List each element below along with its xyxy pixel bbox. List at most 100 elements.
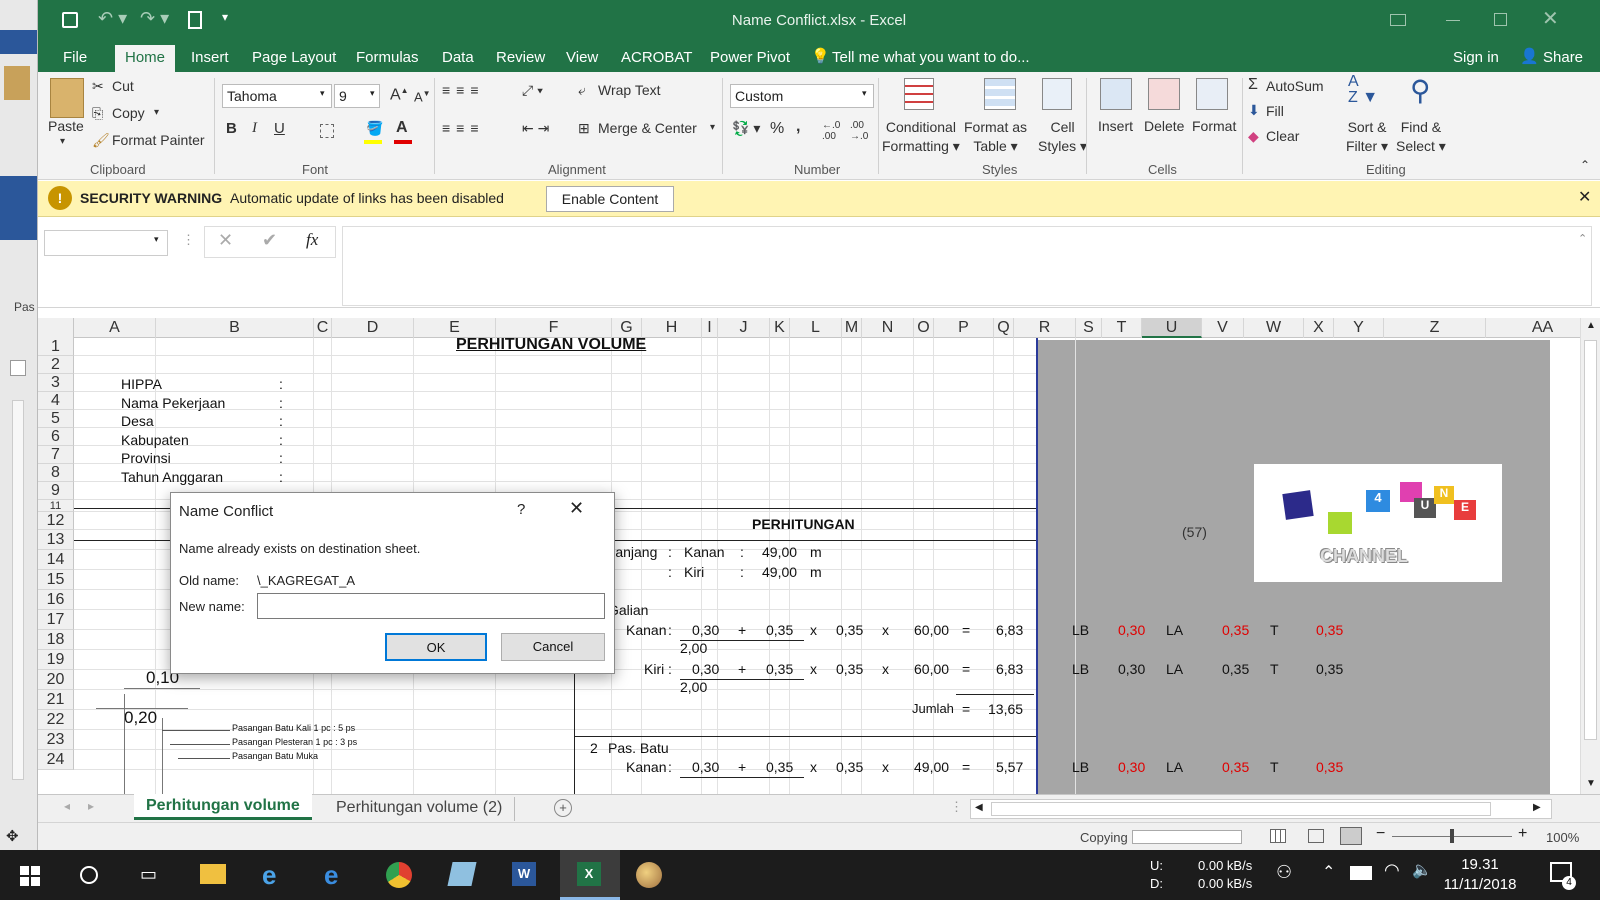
people-icon[interactable]: ⚇ (1276, 862, 1292, 883)
sheet-tab-active[interactable]: Perhitungan volume (134, 794, 312, 820)
column-header[interactable]: J (718, 318, 770, 338)
clock-date[interactable]: 11/11/2018 (1440, 876, 1520, 893)
row-header[interactable]: 24 (38, 750, 74, 770)
comma-icon[interactable]: , (796, 118, 800, 136)
tab-power-pivot[interactable]: Power Pivot (710, 47, 790, 72)
orientation-icon[interactable]: ⤢ ▾ (522, 82, 543, 99)
delete-cells-button[interactable]: Delete (1144, 118, 1184, 134)
cell-styles-button[interactable]: Cell Styles ▾ (1038, 118, 1087, 156)
zoom-out-icon[interactable]: − (1376, 825, 1385, 843)
scroll-right-icon[interactable]: ▶ (1533, 802, 1541, 813)
horizontal-scrollbar[interactable]: ◀ ▶ (970, 799, 1552, 819)
row-header[interactable]: 18 (38, 630, 74, 650)
row-header[interactable]: 14 (38, 550, 74, 570)
battery-icon[interactable] (1350, 866, 1372, 880)
row-header[interactable]: 15 (38, 570, 74, 590)
column-header[interactable]: O (914, 318, 934, 338)
cancel-button[interactable]: Cancel (501, 633, 605, 661)
help-button[interactable]: ? (517, 501, 525, 518)
row-header[interactable]: 9 (38, 482, 74, 500)
fill-color-icon[interactable]: 🪣 (366, 120, 383, 137)
row-header[interactable]: 4 (38, 392, 74, 410)
row-header[interactable]: 23 (38, 730, 74, 750)
excel-taskbar-button[interactable]: X (560, 850, 620, 900)
clock-time[interactable]: 19.31 (1440, 856, 1520, 873)
insert-function-button[interactable]: fx (306, 230, 318, 250)
tab-insert[interactable]: Insert (191, 47, 229, 72)
tab-acrobat[interactable]: ACROBAT (621, 47, 692, 72)
new-sheet-icon[interactable]: + (554, 799, 572, 817)
cancel-entry-icon[interactable]: ✕ (218, 230, 233, 251)
name-box-dropdown-icon[interactable]: ▾ (154, 234, 159, 245)
merge-center-button[interactable]: Merge & Center (598, 120, 697, 136)
vertical-align-icons[interactable]: ≡≡≡ (442, 82, 485, 98)
column-header[interactable]: R (1014, 318, 1076, 338)
sign-in-link[interactable]: Sign in (1453, 47, 1499, 72)
scroll-up-icon[interactable]: ▲ (1586, 320, 1596, 331)
close-warning-icon[interactable]: ✕ (1578, 187, 1591, 207)
row-header[interactable]: 13 (38, 530, 74, 550)
paste-button[interactable]: Paste (48, 118, 84, 134)
zoom-level[interactable]: 100% (1546, 830, 1579, 845)
row-header[interactable]: 19 (38, 650, 74, 670)
horizontal-align-icons[interactable]: ≡≡≡ (442, 120, 485, 136)
borders-icon[interactable] (320, 124, 334, 138)
file-explorer-icon[interactable] (200, 864, 226, 884)
fill-button[interactable]: Fill (1266, 103, 1284, 119)
row-header[interactable]: 20 (38, 670, 74, 690)
enable-content-button[interactable]: Enable Content (546, 186, 674, 212)
row-header[interactable]: 11 (38, 500, 74, 512)
horizontal-scroll-thumb[interactable] (991, 802, 1491, 816)
column-header[interactable]: M (842, 318, 862, 338)
row-header[interactable]: 3 (38, 374, 74, 392)
select-all-corner[interactable] (38, 318, 74, 338)
word-icon[interactable]: W (512, 862, 536, 886)
column-header[interactable]: Z (1384, 318, 1486, 338)
column-header[interactable]: A (74, 318, 156, 338)
paint-icon[interactable] (636, 862, 662, 888)
tab-file[interactable]: File (63, 47, 87, 72)
row-header[interactable]: 2 (38, 356, 74, 374)
row-header[interactable]: 17 (38, 610, 74, 630)
font-name-dropdown-icon[interactable]: ▾ (320, 88, 325, 99)
page-layout-icon[interactable] (1308, 829, 1324, 843)
confirm-entry-icon[interactable]: ✔ (262, 230, 277, 251)
column-header[interactable]: Y (1334, 318, 1384, 338)
wifi-icon[interactable]: ◠ (1384, 860, 1400, 881)
column-header[interactable]: V (1202, 318, 1244, 338)
percent-icon[interactable]: % (770, 120, 784, 138)
volume-icon[interactable]: 🔈 (1412, 860, 1432, 880)
row-header[interactable]: 22 (38, 710, 74, 730)
font-size-dropdown-icon[interactable]: ▾ (370, 88, 375, 99)
close-icon[interactable]: ✕ (1542, 6, 1559, 31)
merge-dropdown-icon[interactable]: ▾ (710, 122, 715, 133)
row-header[interactable]: 21 (38, 690, 74, 710)
column-header[interactable]: D (332, 318, 414, 338)
bold-button[interactable]: B (226, 120, 237, 137)
sheet-scroll-right-icon[interactable]: ▸ (88, 799, 94, 813)
column-header[interactable]: H (642, 318, 702, 338)
tell-me-search[interactable]: Tell me what you want to do... (832, 47, 1030, 72)
internet-explorer-icon[interactable]: e (262, 860, 276, 891)
column-header[interactable]: P (934, 318, 994, 338)
tab-split-grip-icon[interactable]: ⋮ (950, 799, 963, 815)
row-header[interactable]: 8 (38, 464, 74, 482)
column-header[interactable]: T (1102, 318, 1142, 338)
column-header[interactable]: U (1142, 318, 1202, 338)
copy-dropdown-icon[interactable]: ▾ (154, 107, 159, 118)
cortana-icon[interactable] (80, 866, 98, 884)
clear-button[interactable]: Clear (1266, 128, 1299, 144)
column-header[interactable]: K (770, 318, 790, 338)
row-header[interactable]: 6 (38, 428, 74, 446)
tab-data[interactable]: Data (442, 47, 474, 72)
windows-start-icon[interactable] (20, 866, 40, 886)
ok-button[interactable]: OK (385, 633, 487, 661)
share-button[interactable]: Share (1543, 47, 1583, 72)
zoom-slider-thumb[interactable] (1450, 829, 1454, 843)
minimize-icon[interactable] (1446, 20, 1460, 21)
sort-filter-button[interactable]: Sort & Filter ▾ (1346, 118, 1388, 156)
conditional-formatting-button[interactable]: Conditional Formatting ▾ (882, 118, 960, 156)
column-header[interactable]: E (414, 318, 496, 338)
number-format-select[interactable]: Custom (730, 84, 874, 108)
row-header[interactable]: 1 (38, 338, 74, 356)
